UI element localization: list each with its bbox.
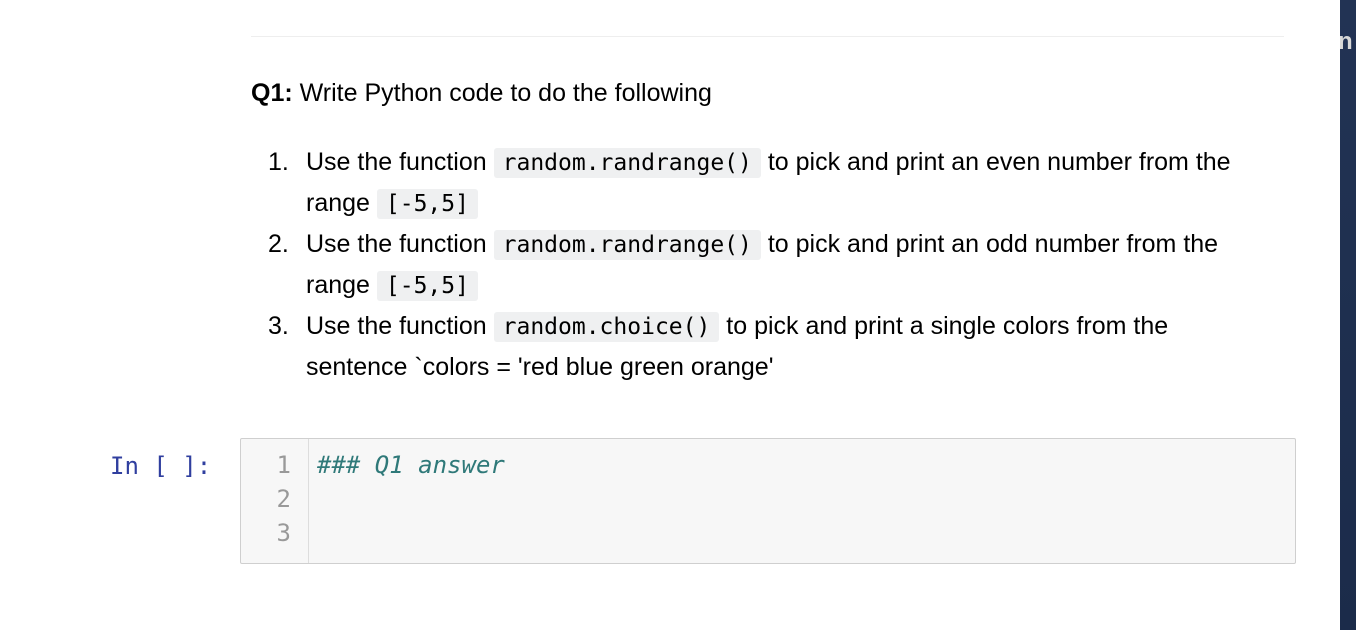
question-text: Write Python code to do the following: [292, 79, 712, 107]
inline-code: random.choice(): [493, 312, 720, 342]
line-number: 3: [276, 519, 291, 547]
list-item: 2. Use the function random.randrange() to…: [264, 224, 1274, 306]
inline-code: [-5,5]: [376, 271, 478, 301]
question-label: Q1:: [251, 79, 293, 107]
cell-divider: [251, 36, 1284, 37]
line-number: 1: [276, 451, 291, 479]
item-text: Use the function: [306, 312, 494, 340]
inline-code: [-5,5]: [376, 189, 478, 219]
line-number-gutter: 1 2 3: [241, 439, 309, 563]
item-number: 2.: [268, 230, 289, 258]
inline-code: random.randrange(): [493, 230, 761, 260]
line-number: 2: [276, 485, 291, 513]
item-text: Use the function: [306, 148, 494, 176]
background-window-edge: n: [1340, 0, 1356, 630]
question-list: 1. Use the function random.randrange() to…: [264, 142, 1274, 387]
inline-code: random.randrange(): [493, 148, 761, 178]
code-comment[interactable]: ### Q1 answer: [317, 451, 505, 479]
item-number: 1.: [268, 148, 289, 176]
input-prompt: In [ ]:: [110, 452, 212, 480]
question-heading: Q1: Write Python code to do the followin…: [251, 79, 712, 108]
code-cell-editor[interactable]: 1 2 3 ### Q1 answer: [240, 438, 1296, 564]
item-text: Use the function: [306, 230, 494, 258]
list-item: 3. Use the function random.choice() to pi…: [264, 306, 1274, 387]
list-item: 1. Use the function random.randrange() to…: [264, 142, 1274, 224]
item-number: 3.: [268, 312, 289, 340]
partial-window-text: n: [1340, 28, 1353, 55]
